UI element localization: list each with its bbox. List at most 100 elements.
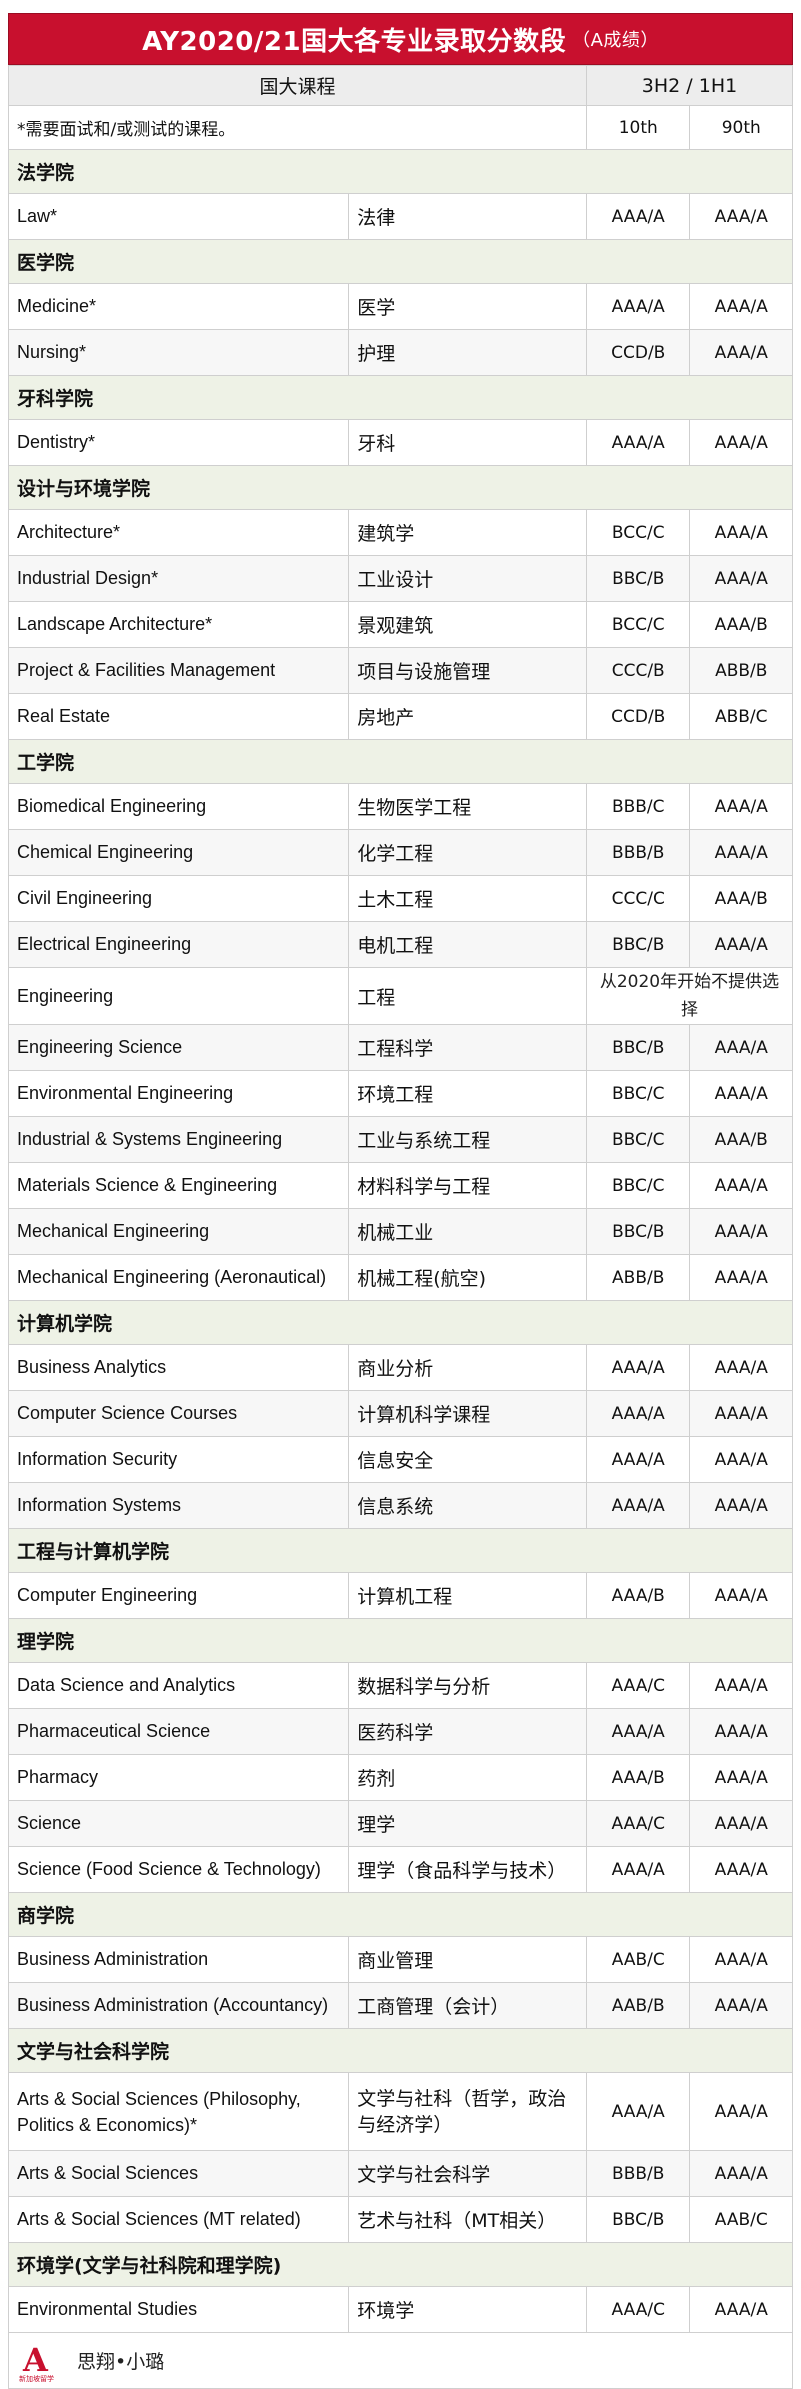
course-chinese: 化学工程 — [348, 829, 587, 876]
course-chinese: 机械工程(航空) — [348, 1254, 587, 1301]
table-row: Arts & Social Sciences (MT related) 艺术与社科… — [7, 2196, 793, 2243]
table-row: Mechanical Engineering 机械工业 BBC/B AAA/A — [7, 1208, 793, 1255]
table-row: Project & Facilities Management 项目与设施管理 CC… — [7, 647, 793, 694]
course-chinese: 信息安全 — [348, 1436, 587, 1483]
table-row: Industrial Design* 工业设计 BBC/B AAA/A — [7, 555, 793, 602]
course-chinese: 工商管理（会计） — [348, 1982, 587, 2029]
table-row: Law* 法律 AAA/A AAA/A — [7, 193, 793, 240]
grade-10th: AAA/A — [585, 283, 691, 330]
grade-10th: BBC/C — [585, 1070, 691, 1117]
course-chinese: 工业与系统工程 — [348, 1116, 587, 1163]
grade-90th: AAA/A — [689, 1846, 793, 1893]
course-english: Computer Science Courses — [7, 1390, 350, 1437]
course-chinese: 环境学 — [348, 2286, 587, 2333]
course-english: Civil Engineering — [7, 875, 350, 922]
course-english: Industrial & Systems Engineering — [7, 1116, 350, 1163]
course-english: Biomedical Engineering — [7, 783, 350, 830]
table-row: Science (Food Science & Technology) 理学（食品… — [7, 1846, 793, 1893]
course-english: Mechanical Engineering (Aeronautical) — [7, 1254, 350, 1301]
grade-10th: BBC/B — [585, 1024, 691, 1071]
section-header-row: 牙科学院 — [8, 375, 793, 420]
grade-90th: AAA/A — [689, 1708, 793, 1755]
grade-10th: CCC/C — [585, 875, 691, 922]
course-english: Engineering Science — [7, 1024, 350, 1071]
grade-90th: ABB/C — [689, 693, 793, 740]
course-english: Dentistry* — [7, 419, 350, 466]
section-header-row: 文学与社会科学院 — [8, 2028, 793, 2073]
table-row: Information Security 信息安全 AAA/A AAA/A — [7, 1436, 793, 1483]
grade-90th: AAA/A — [689, 1070, 793, 1117]
table-header-row: 国大课程 3H2 / 1H1 — [8, 65, 794, 106]
table-row: Materials Science & Engineering 材料科学与工程 BB… — [7, 1162, 793, 1209]
grade-10th: BBC/C — [585, 1162, 691, 1209]
section-header-row: 设计与环境学院 — [8, 465, 793, 510]
grade-10th: AAA/C — [585, 1662, 691, 1709]
table-row: Pharmacy 药剂 AAA/B AAA/A — [7, 1754, 793, 1801]
section-name: 医学院 — [8, 239, 793, 284]
section-name: 设计与环境学院 — [8, 465, 793, 510]
grade-90th: AAA/A — [689, 2072, 793, 2151]
grade-90th: AAA/B — [689, 875, 793, 922]
course-english: Project & Facilities Management — [7, 647, 350, 694]
grade-90th: AAA/A — [689, 829, 793, 876]
section-name: 计算机学院 — [8, 1300, 793, 1345]
section-header-row: 计算机学院 — [8, 1300, 793, 1345]
course-english: Business Administration — [7, 1936, 350, 1983]
grade-90th: AAA/A — [689, 1800, 793, 1847]
course-english: Pharmacy — [7, 1754, 350, 1801]
grade-90th: AAA/A — [689, 2286, 793, 2333]
section-name: 商学院 — [8, 1892, 793, 1937]
course-english: Industrial Design* — [7, 555, 350, 602]
course-chinese: 生物医学工程 — [348, 783, 587, 830]
course-english: Arts & Social Sciences (Philosophy, Poli… — [7, 2072, 350, 2151]
table-row: Electrical Engineering 电机工程 BBC/B AAA/A — [7, 921, 793, 968]
admission-table-card: AY2020/21国大各专业录取分数段 （A成绩） 国大课程 3H2 / 1H1 … — [7, 13, 794, 2389]
grade-10th: BCC/C — [585, 601, 691, 648]
grade-90th: AAA/A — [689, 1208, 793, 1255]
table-row: Business Analytics 商业分析 AAA/A AAA/A — [7, 1344, 793, 1391]
course-english: Pharmaceutical Science — [7, 1708, 350, 1755]
section-name: 法学院 — [8, 149, 793, 194]
course-chinese: 景观建筑 — [348, 601, 587, 648]
grade-90th: AAA/A — [689, 1662, 793, 1709]
grade-10th: BBC/C — [585, 1116, 691, 1163]
grade-90th: AAA/A — [689, 1024, 793, 1071]
course-chinese: 药剂 — [348, 1754, 587, 1801]
table-row: Arts & Social Sciences 文学与社会科学 BBB/B AAA/A — [7, 2150, 793, 2197]
course-chinese: 环境工程 — [348, 1070, 587, 1117]
grade-10th: AAA/A — [585, 1482, 691, 1529]
course-chinese: 工程 — [348, 967, 587, 1025]
grade-90th: AAA/A — [689, 419, 793, 466]
header-grades: 3H2 / 1H1 — [585, 65, 794, 106]
grade-10th: BBB/C — [585, 783, 691, 830]
course-english: Business Analytics — [7, 1344, 350, 1391]
table-row: Biomedical Engineering 生物医学工程 BBB/C AAA/A — [7, 783, 793, 830]
table-row: Data Science and Analytics 数据科学与分析 AAA/C AA… — [7, 1662, 793, 1709]
grade-90th: AAA/A — [689, 509, 793, 556]
course-chinese: 护理 — [348, 329, 587, 376]
table-row: Environmental Engineering 环境工程 BBC/C AAA/A — [7, 1070, 793, 1117]
interview-note: *需要面试和/或测试的课程。 — [8, 105, 587, 150]
grade-10th: AAA/B — [585, 1754, 691, 1801]
table-subheader-row: *需要面试和/或测试的课程。 10th 90th — [8, 105, 793, 150]
percentile-90-header: 90th — [689, 105, 793, 150]
grade-90th: AAA/A — [689, 1344, 793, 1391]
course-chinese: 医学 — [348, 283, 587, 330]
course-chinese: 信息系统 — [348, 1482, 587, 1529]
course-english: Business Administration (Accountancy) — [7, 1982, 350, 2029]
course-english: Data Science and Analytics — [7, 1662, 350, 1709]
grade-10th: AAB/B — [585, 1982, 691, 2029]
grade-10th: AAA/A — [585, 1436, 691, 1483]
course-chinese: 文学与社会科学 — [348, 2150, 587, 2197]
section-header-row: 商学院 — [8, 1892, 793, 1937]
course-chinese: 医药科学 — [348, 1708, 587, 1755]
grade-90th: AAA/A — [689, 1572, 793, 1619]
course-english: Arts & Social Sciences — [7, 2150, 350, 2197]
course-english: Engineering — [7, 967, 350, 1025]
section-name: 牙科学院 — [8, 375, 793, 420]
grade-10th: AAB/C — [585, 1936, 691, 1983]
course-chinese: 法律 — [348, 193, 587, 240]
grade-10th: AAA/A — [585, 419, 691, 466]
grade-90th: AAA/A — [689, 783, 793, 830]
course-chinese: 房地产 — [348, 693, 587, 740]
